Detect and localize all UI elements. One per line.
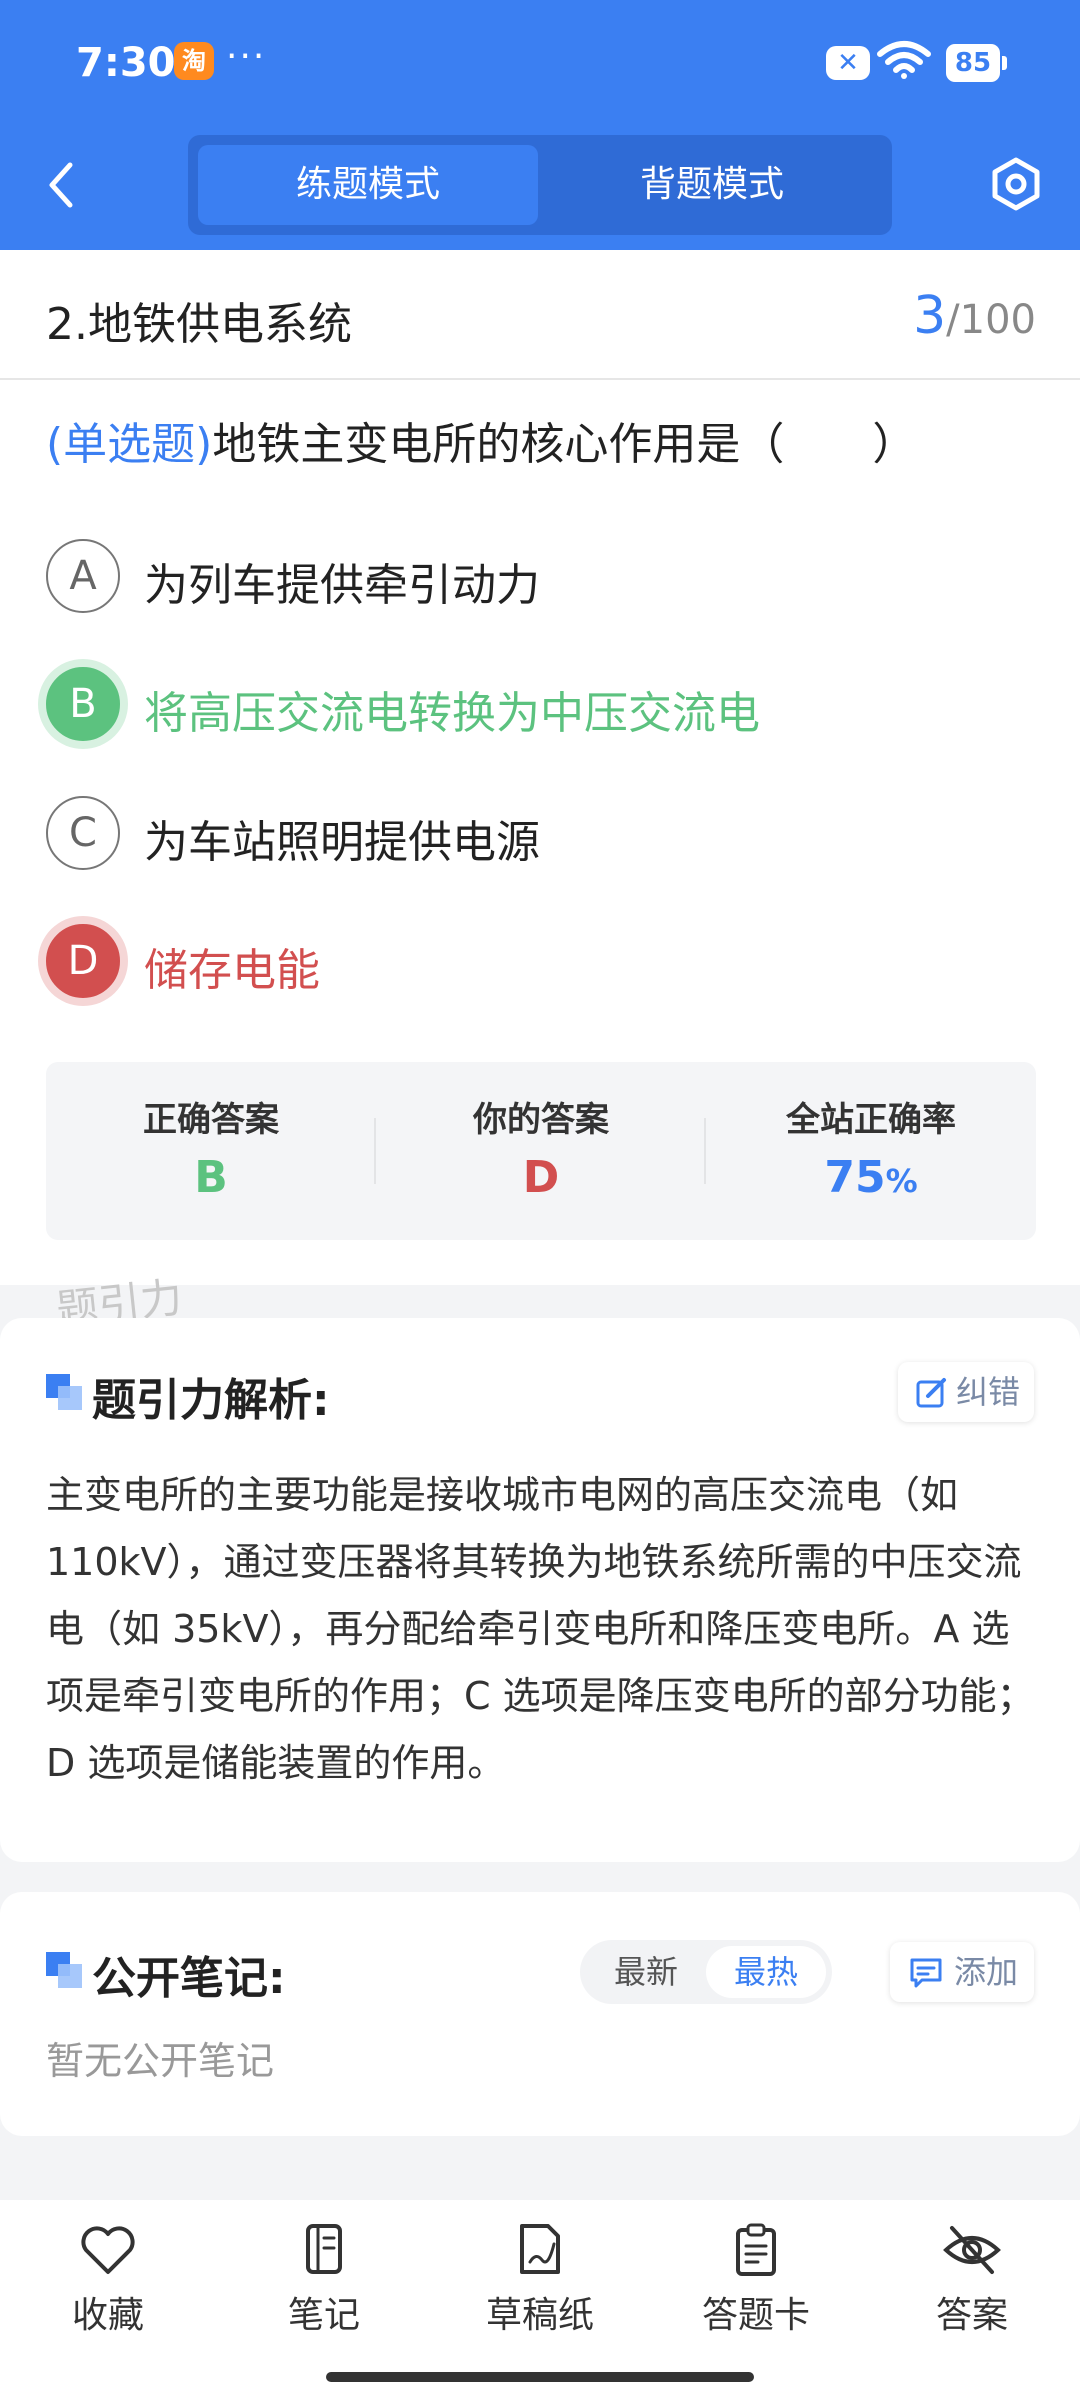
progress-total: /100 <box>946 297 1036 343</box>
nav-answer-sheet-label: 答题卡 <box>701 2295 810 2336</box>
clipboard-icon <box>736 2223 776 2276</box>
correct-answer-value: B <box>194 1152 228 1203</box>
question-type-tag: (单选题) <box>46 419 213 470</box>
option-text: 储存电能 <box>144 945 320 996</box>
accuracy-rate-col: 全站正确率 75% <box>706 1062 1036 1240</box>
notes-card <box>0 1892 1080 2136</box>
app-header: 7:30 淘 ··· ✕ 85 练题模式 背题模式 <box>0 0 1080 250</box>
report-error-label: 纠错 <box>956 1373 1021 1411</box>
nav-answer-sheet[interactable]: 答题卡 <box>676 2222 836 2352</box>
taobao-icon: 淘 <box>174 42 214 80</box>
sort-newest[interactable]: 最新 <box>586 1946 706 1998</box>
settings-hexagon-icon[interactable] <box>988 156 1044 212</box>
nav-answer[interactable]: 答案 <box>892 2222 1052 2352</box>
analysis-text: 主变电所的主要功能是接收城市电网的高压交流电（如 110kV），通过变压器将其转… <box>46 1473 1035 1785</box>
option-text: 为列车提供牵引动力 <box>144 560 540 611</box>
tab-memorize-mode[interactable]: 背题模式 <box>542 145 882 225</box>
option-letter: B <box>46 667 120 741</box>
accuracy-rate-value: 75% <box>706 1152 1036 1203</box>
comment-icon <box>910 1958 942 1988</box>
edit-icon <box>916 1378 946 1408</box>
nav-favorite-label: 收藏 <box>71 2295 144 2336</box>
nav-favorite[interactable]: 收藏 <box>28 2222 188 2352</box>
add-note-label: 添加 <box>954 1953 1019 1991</box>
back-arrow-icon[interactable] <box>38 155 88 215</box>
eye-off-icon <box>943 2226 1001 2274</box>
question-progress: 3/100 <box>913 286 1036 346</box>
mode-toggle: 练题模式 背题模式 <box>188 135 892 235</box>
wifi-icon <box>877 41 931 79</box>
accuracy-rate-label: 全站正确率 <box>786 1100 956 1140</box>
section-title: 2.地铁供电系统 <box>46 299 352 350</box>
option-d[interactable]: D 储存电能 <box>46 924 1026 998</box>
option-c[interactable]: C 为车站照明提供电源 <box>46 796 1026 870</box>
option-b[interactable]: B 将高压交流电转换为中压交流电 <box>46 667 1026 741</box>
report-error-button[interactable]: 纠错 <box>898 1362 1034 1422</box>
nav-draft[interactable]: 草稿纸 <box>460 2222 620 2352</box>
section-square-icon <box>46 1374 82 1410</box>
your-answer-value: D <box>522 1152 560 1203</box>
tab-practice-mode[interactable]: 练题模式 <box>198 145 538 225</box>
battery-icon: 85 <box>946 44 1007 82</box>
option-letter: A <box>46 539 120 613</box>
sim-x-icon: ✕ <box>826 46 870 80</box>
sort-hottest[interactable]: 最热 <box>706 1946 826 1998</box>
answer-summary: 正确答案 B 你的答案 D 全站正确率 75% <box>46 1062 1036 1240</box>
heart-icon <box>81 2226 135 2274</box>
more-notifications-icon: ··· <box>226 36 267 77</box>
notes-sort-toggle: 最新 最热 <box>580 1940 832 2004</box>
correct-answer-label: 正确答案 <box>143 1100 279 1140</box>
question-stem: (单选题)地铁主变电所的核心作用是（ ） <box>46 408 916 472</box>
accuracy-rate-unit: % <box>885 1162 918 1200</box>
option-letter: D <box>46 924 120 998</box>
analysis-title: 题引力解析: <box>92 1375 330 1426</box>
question-text: 地铁主变电所的核心作用是（ ） <box>212 419 917 470</box>
section-square-icon <box>46 1952 82 1988</box>
empty-notes-text: 暂无公开笔记 <box>46 2039 275 2083</box>
nav-answer-label: 答案 <box>935 2295 1008 2336</box>
option-letter: C <box>46 796 120 870</box>
notes-title: 公开笔记: <box>92 1953 286 2004</box>
add-note-button[interactable]: 添加 <box>890 1942 1034 2002</box>
progress-current: 3 <box>913 286 947 346</box>
your-answer-label: 你的答案 <box>473 1100 609 1140</box>
nav-draft-label: 草稿纸 <box>485 2295 594 2336</box>
home-indicator[interactable] <box>326 2372 754 2382</box>
option-text: 为车站照明提供电源 <box>144 817 540 868</box>
accuracy-rate-number: 75 <box>824 1152 886 1203</box>
notebook-icon <box>306 2224 342 2274</box>
correct-answer-col: 正确答案 B <box>46 1062 376 1240</box>
nav-notes-label: 笔记 <box>287 2295 360 2336</box>
nav-notes[interactable]: 笔记 <box>244 2222 404 2352</box>
status-time: 7:30 <box>76 40 176 86</box>
option-a[interactable]: A 为列车提供牵引动力 <box>46 539 1026 613</box>
divider <box>0 378 1080 380</box>
option-text: 将高压交流电转换为中压交流电 <box>144 688 760 739</box>
your-answer-col: 你的答案 D <box>376 1062 706 1240</box>
draft-icon <box>520 2224 560 2274</box>
